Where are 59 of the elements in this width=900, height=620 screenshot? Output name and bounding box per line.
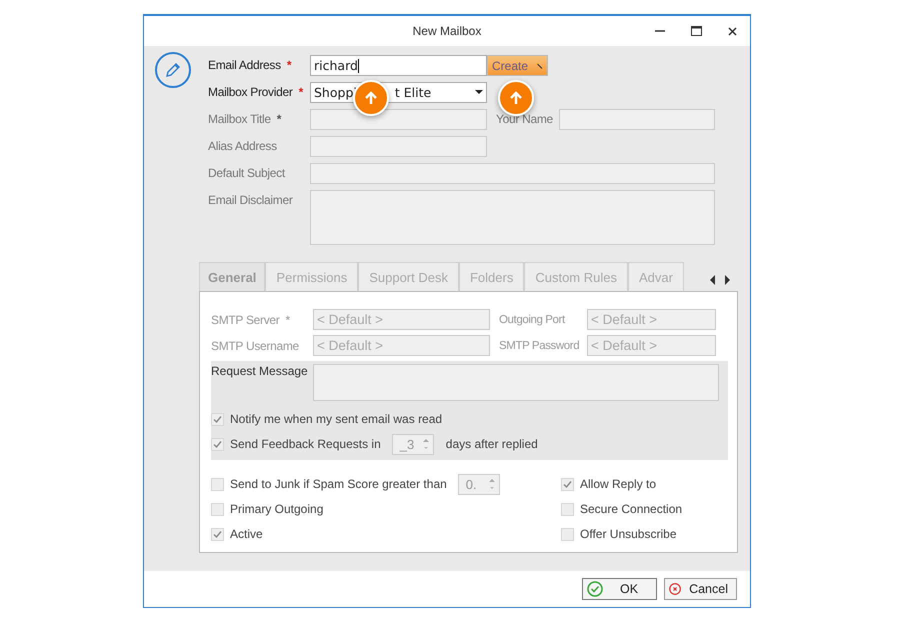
number-spinner[interactable]: _3 [392, 434, 434, 454]
field-label: Mailbox Title [208, 112, 271, 126]
field-label: Email Address [208, 58, 281, 72]
text-field[interactable]: < Default > [313, 309, 490, 330]
checkbox[interactable] [561, 478, 574, 490]
cancel-icon [669, 581, 682, 597]
tab[interactable]: Permissions [265, 262, 358, 291]
checkbox-label: Send to Junk if Spam Score greater than [230, 477, 447, 491]
field-label: Default Subject [208, 166, 285, 180]
field-label: Email Disclaimer [208, 193, 293, 207]
required-mark: * [298, 85, 303, 99]
text-field[interactable]: < Default > [587, 335, 716, 356]
text-area[interactable] [313, 364, 719, 401]
create-button[interactable]: Create [487, 55, 548, 76]
checkbox[interactable] [211, 528, 224, 540]
field-label: Mailbox Provider [208, 85, 293, 99]
required-mark: * [286, 312, 290, 326]
checkbox[interactable] [211, 412, 224, 426]
tab[interactable]: Custom Rules [524, 262, 628, 291]
checkbox[interactable] [211, 502, 224, 516]
checkbox[interactable] [211, 438, 224, 450]
number-spinner[interactable]: 0. [458, 474, 500, 494]
up-arrow-icon [364, 91, 378, 105]
pencil-icon [155, 52, 191, 88]
ok-button[interactable]: OK [582, 578, 657, 600]
field-label: SMTP Username [211, 338, 299, 352]
field-label: Request Message [211, 364, 309, 380]
tab[interactable]: Advar [628, 262, 684, 291]
checkbox-label: Active [230, 527, 263, 541]
field-label: Your Name [496, 112, 553, 126]
tab[interactable]: General [199, 262, 266, 291]
check-icon [587, 581, 603, 597]
required-mark: * [286, 58, 292, 72]
field-label: SMTP Server [211, 312, 280, 326]
checkbox[interactable] [561, 502, 574, 516]
scroll-left-icon[interactable] [708, 275, 718, 285]
tab[interactable]: Support Desk [358, 262, 459, 291]
checkbox-label: Offer Unsubscribe [580, 527, 676, 541]
tab[interactable]: Folders [458, 262, 524, 291]
cancel-button[interactable]: Cancel [664, 578, 737, 600]
text-field[interactable]: richard [310, 55, 487, 76]
checkbox-label: Primary Outgoing [230, 502, 324, 516]
required-mark: * [276, 112, 282, 126]
checkbox-label: Notify me when my sent email was read [230, 412, 442, 426]
spinner-suffix: days after replied [446, 437, 538, 451]
dropdown-arrow-icon [475, 90, 483, 95]
checkbox-label: Allow Reply to [580, 477, 656, 491]
checkbox-label: Send Feedback Requests in [230, 437, 381, 451]
text-field[interactable]: < Default > [587, 309, 716, 330]
text-field[interactable]: < Default > [313, 335, 490, 356]
field-label: Alias Address [208, 139, 277, 153]
field-label: Outgoing Port [499, 314, 565, 326]
checkbox-label: Secure Connection [580, 502, 682, 516]
checkbox[interactable] [561, 528, 574, 540]
window-title: New Mailbox [412, 24, 482, 38]
checkbox[interactable] [211, 478, 224, 490]
scroll-right-icon[interactable] [722, 275, 732, 285]
up-arrow-icon [509, 91, 523, 105]
field-label: SMTP Password [499, 340, 580, 352]
